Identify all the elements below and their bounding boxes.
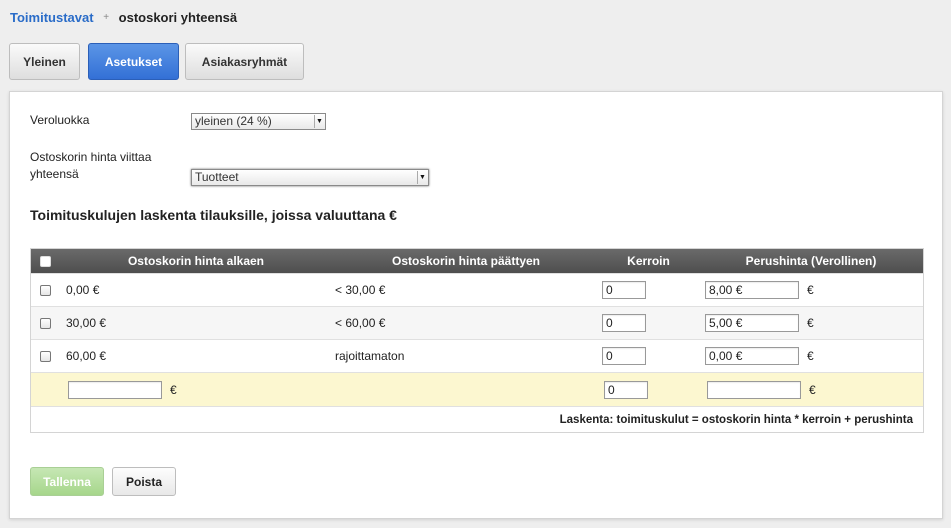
base-price-input[interactable] (705, 314, 799, 332)
table-row: 30,00 € < 60,00 € € (31, 306, 923, 339)
currency-label: € (809, 382, 816, 397)
base-price-input[interactable] (705, 347, 799, 365)
formula-row: Laskenta: toimituskulut = ostoskorin hin… (31, 406, 923, 432)
tax-class-value: yleinen (24 %) (195, 114, 272, 128)
row-checkbox[interactable] (40, 350, 51, 362)
currency-label: € (807, 349, 814, 363)
currency-label: € (807, 283, 814, 297)
breadcrumb-current: ostoskori yhteensä (118, 10, 238, 25)
currency-label: € (170, 382, 177, 397)
header-multiplier: Kerroin (627, 254, 670, 268)
row-from: 60,00 € (66, 349, 107, 363)
multiplier-input[interactable] (602, 281, 646, 299)
multiplier-input[interactable] (602, 314, 646, 332)
tab-asetukset[interactable]: Asetukset (88, 43, 179, 80)
row-from: 0,00 € (66, 283, 100, 297)
header-base-price: Perushinta (Verollinen) (745, 254, 877, 268)
settings-panel: Veroluokka yleinen (24 %) ▼ Ostoskorin h… (9, 91, 943, 519)
base-price-input[interactable] (705, 281, 799, 299)
shipping-cost-table: Ostoskorin hinta alkaen Ostoskorin hinta… (30, 248, 924, 433)
select-all-checkbox[interactable] (40, 255, 51, 267)
table-row: 60,00 € rajoittamaton € (31, 339, 923, 372)
row-to: rajoittamaton (335, 349, 405, 363)
table-header: Ostoskorin hinta alkaen Ostoskorin hinta… (31, 249, 923, 273)
new-from-input[interactable] (68, 380, 162, 399)
price-reference-select[interactable]: Tuotteet ▼ (191, 169, 429, 186)
select-all-checkbox-cell (40, 249, 54, 273)
row-checkbox[interactable] (40, 317, 51, 329)
tab-yleinen[interactable]: Yleinen (9, 43, 80, 80)
header-from: Ostoskorin hinta alkaen (127, 254, 265, 268)
currency-label: € (807, 316, 814, 330)
tax-class-label: Veroluokka (30, 113, 90, 127)
row-from: 30,00 € (66, 316, 107, 330)
tab-asiakasryhmat[interactable]: Asiakasryhmät (185, 43, 304, 80)
header-to: Ostoskorin hinta päättyen (391, 254, 541, 268)
breadcrumb-separator-icon: + (103, 12, 110, 23)
breadcrumb-link-toimitustavat[interactable]: Toimitustavat (10, 10, 94, 25)
new-multiplier-input[interactable] (604, 380, 648, 399)
row-checkbox[interactable] (40, 284, 51, 296)
section-title: Toimituskulujen laskenta tilauksille, jo… (30, 207, 397, 223)
row-to: < 60,00 € (335, 316, 386, 330)
table-row: 0,00 € < 30,00 € € (31, 273, 923, 306)
price-reference-value: Tuotteet (195, 170, 239, 184)
new-range-row: € € (31, 372, 923, 406)
dropdown-arrow-icon: ▼ (417, 171, 427, 184)
breadcrumb: Toimitustavat + ostoskori yhteensä (10, 10, 237, 25)
new-base-price-input[interactable] (707, 380, 801, 399)
multiplier-input[interactable] (602, 347, 646, 365)
delete-button[interactable]: Poista (112, 467, 176, 496)
dropdown-arrow-icon: ▼ (314, 115, 324, 128)
price-reference-label: Ostoskorin hinta viittaa yhteensä (30, 150, 152, 181)
row-to: < 30,00 € (335, 283, 386, 297)
save-button[interactable]: Tallenna (30, 467, 104, 496)
formula-text: Laskenta: toimituskulut = ostoskorin hin… (559, 414, 913, 426)
tax-class-select[interactable]: yleinen (24 %) ▼ (191, 113, 326, 130)
